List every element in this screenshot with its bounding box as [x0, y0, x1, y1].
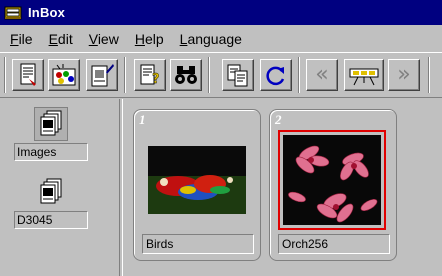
refresh-icon — [266, 66, 285, 86]
folder-icon-wrap — [34, 107, 68, 141]
thumbnail-pane: 1 Birds 2 Orch256 — [122, 99, 442, 276]
menu-file[interactable]: File — [4, 31, 39, 47]
slideshow-button[interactable] — [344, 59, 384, 91]
folder-images[interactable]: Images — [14, 107, 88, 161]
refresh-button[interactable] — [260, 59, 292, 91]
item-caption[interactable]: Orch256 — [278, 234, 390, 254]
toolbar: ? « » — [0, 52, 442, 98]
edit-document-button[interactable] — [86, 59, 118, 91]
menu-help-rest: elp — [144, 31, 164, 47]
previous-icon: « — [315, 62, 329, 87]
folder-label: Images — [14, 143, 88, 161]
menu-edit[interactable]: Edit — [43, 31, 79, 47]
new-document-button[interactable] — [12, 59, 44, 91]
copy-button[interactable] — [222, 59, 254, 91]
next-button[interactable]: » — [388, 59, 420, 91]
thumbnail-image-selected[interactable] — [278, 130, 386, 230]
menu-bar: File Edit View Help Language — [0, 28, 442, 50]
previous-button[interactable]: « — [306, 59, 338, 91]
toolbar-separator — [428, 57, 430, 93]
item-number: 1 — [139, 112, 146, 127]
menu-view-rest: iew — [97, 31, 119, 47]
folder-label: D3045 — [14, 211, 88, 229]
folder-icon-wrap — [34, 175, 68, 209]
toolbar-grip — [4, 57, 6, 93]
document-help-icon: ? — [140, 64, 160, 87]
menu-help[interactable]: Help — [129, 31, 170, 47]
image-stack-icon — [40, 178, 62, 204]
menu-file-rest: ile — [18, 31, 33, 47]
item-card-selected[interactable]: 2 Orch256 — [269, 109, 397, 261]
binoculars-icon — [175, 66, 197, 84]
image-stack-icon — [40, 110, 62, 136]
inbox-app-icon — [4, 6, 22, 19]
menu-view[interactable]: View — [83, 31, 125, 47]
document-help-button[interactable]: ? — [134, 59, 166, 91]
toolbar-separator — [124, 57, 126, 93]
image-collage-icon — [52, 64, 76, 86]
edit-document-icon — [91, 64, 114, 87]
parrots-image — [148, 146, 246, 214]
find-button[interactable] — [170, 59, 202, 91]
item-number: 2 — [275, 112, 282, 127]
slideshow-icon — [349, 68, 379, 86]
thumbnail-image[interactable] — [148, 146, 246, 214]
window-title: InBox — [28, 5, 66, 20]
svg-text:?: ? — [152, 72, 160, 87]
toolbar-separator — [298, 57, 300, 93]
copy-icon — [227, 64, 248, 87]
folder-d3045[interactable]: D3045 — [14, 175, 88, 229]
next-icon: » — [397, 62, 411, 87]
image-collage-button[interactable] — [48, 59, 80, 91]
item-caption[interactable]: Birds — [142, 234, 254, 254]
orchids-image — [283, 135, 381, 225]
menu-language[interactable]: Language — [174, 31, 248, 47]
new-document-icon — [20, 63, 36, 86]
title-bar: InBox — [0, 0, 442, 25]
menu-language-rest: anguage — [187, 31, 242, 47]
toolbar-separator — [208, 57, 210, 93]
item-card[interactable]: 1 Birds — [133, 109, 261, 261]
folder-pane: Images D3045 — [0, 99, 120, 276]
menu-edit-rest: dit — [57, 31, 73, 47]
